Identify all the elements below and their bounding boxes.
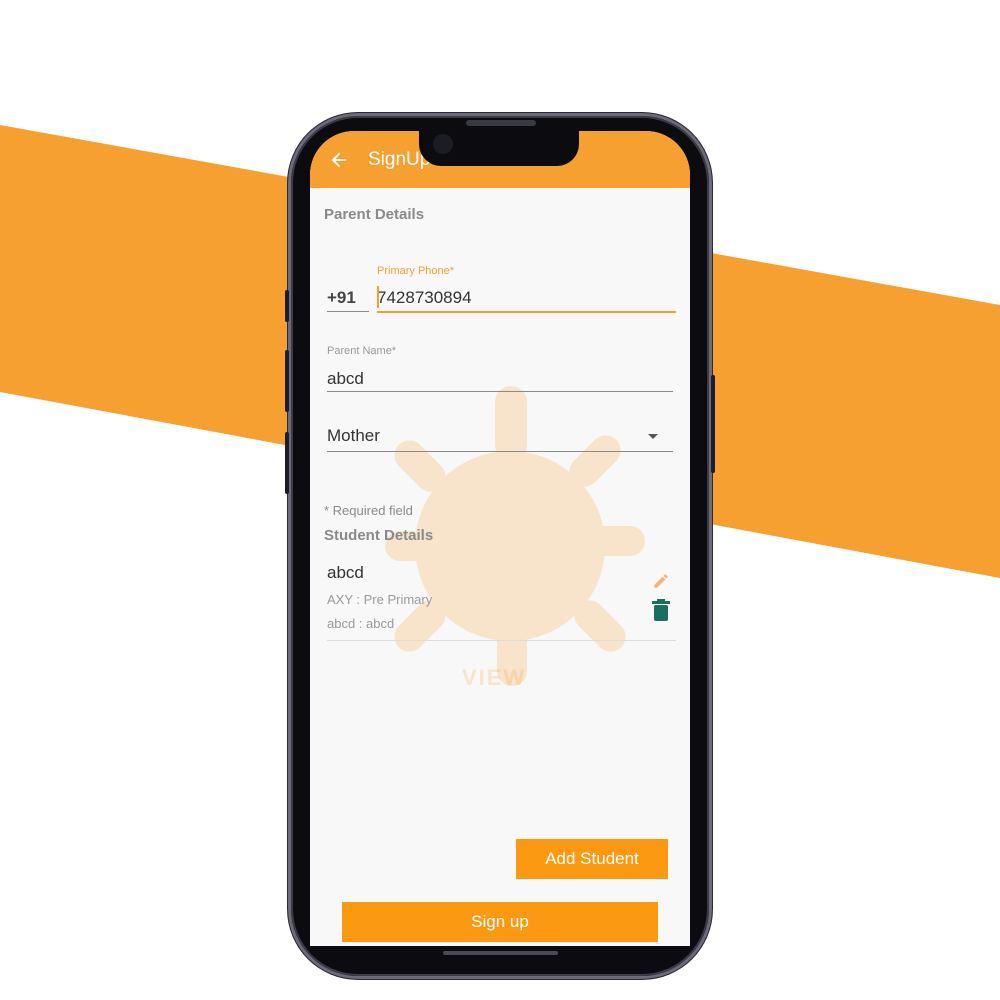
student-detail-line2: abcd : abcd [327, 616, 395, 631]
list-divider [327, 640, 676, 641]
watermark-logo [385, 386, 645, 686]
relation-underline [327, 451, 673, 452]
phone-volume-up [285, 350, 289, 412]
chevron-down-icon[interactable] [648, 434, 658, 439]
primary-phone-input[interactable]: 7428730894 [377, 288, 472, 308]
student-name: abcd [327, 563, 364, 582]
parent-name-underline [327, 391, 673, 392]
country-code-underline [327, 311, 369, 312]
pencil-icon[interactable] [652, 572, 670, 590]
phone-power-button [711, 375, 715, 473]
phone-side-button [285, 290, 289, 322]
app-screen: VIEW SignUp - Parent Info Parent Details… [310, 131, 690, 946]
home-indicator [443, 951, 558, 955]
primary-phone-underline [377, 311, 676, 313]
primary-phone-label: Primary Phone* [377, 265, 455, 277]
country-code[interactable]: +91 [327, 288, 356, 308]
phone-speaker [466, 120, 536, 126]
relation-select[interactable]: Mother [327, 426, 380, 446]
sign-up-button[interactable]: Sign up [342, 902, 658, 942]
phone-volume-down [285, 432, 289, 494]
student-details-heading: Student Details [324, 527, 434, 544]
parent-name-label: Parent Name* [327, 345, 397, 357]
text-cursor [377, 286, 379, 308]
required-field-note: * Required field [324, 503, 413, 518]
add-student-button[interactable]: Add Student [516, 839, 668, 879]
trash-icon[interactable] [652, 599, 670, 621]
student-detail-line1: AXY : Pre Primary [327, 592, 433, 607]
parent-name-input[interactable]: abcd [327, 369, 364, 389]
parent-details-heading: Parent Details [324, 206, 425, 223]
phone-camera [433, 134, 453, 154]
arrow-left-icon[interactable] [328, 149, 350, 171]
watermark-text: VIEW [462, 665, 527, 690]
